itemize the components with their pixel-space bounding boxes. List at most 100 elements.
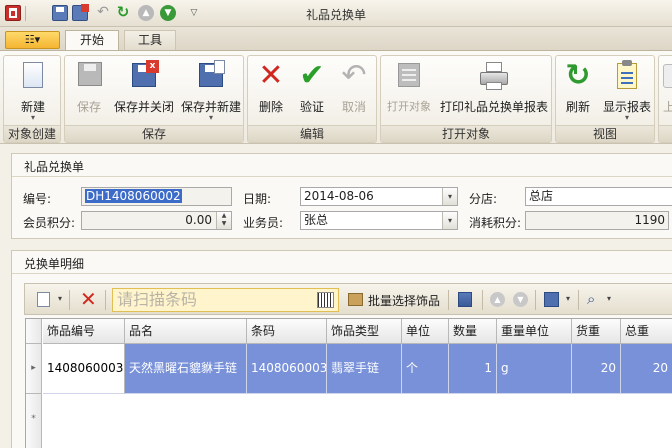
branch-field[interactable]: 总店 [525, 187, 672, 206]
save-new-button[interactable]: 保存并新建 ▾ [179, 60, 243, 122]
details-grid: 饰品编号 品名 条码 饰品类型 单位 数量 重量单位 货重 总重 ▸ 14080… [25, 318, 672, 448]
save-icon [74, 60, 104, 92]
toolbar-separator [448, 290, 449, 310]
chevron-down-icon[interactable]: ▾ [607, 294, 611, 303]
ribbon: 新建 ▾ 对象创建 保存 x 保存并关闭 保存并新建 ▾ 保存 ✕ 删除 ✔ 验… [0, 50, 672, 144]
delete-x-icon: ✕ [258, 58, 284, 93]
search-icon[interactable]: ⌕ [587, 290, 595, 308]
save-button[interactable]: 保存 [69, 60, 109, 122]
column-header-unit[interactable]: 单位 [402, 319, 449, 344]
panel-title-header: 礼品兑换单 [24, 160, 85, 174]
chevron-down-icon: ▾ [624, 113, 629, 122]
group-label-more [659, 125, 672, 142]
date-dropdown-icon[interactable]: ▾ [442, 188, 457, 205]
new-row-marker[interactable]: * [26, 394, 42, 448]
ribbon-group-save: 保存 x 保存并关闭 保存并新建 ▾ 保存 [64, 55, 244, 143]
open-object-button[interactable]: 打开对象 [383, 60, 435, 122]
date-value: 2014-08-06 [304, 189, 374, 203]
show-report-button[interactable]: 显示报表 ▾ [600, 60, 654, 122]
column-header-type[interactable]: 饰品类型 [327, 319, 402, 344]
column-header-name[interactable]: 品名 [125, 319, 247, 344]
column-header-qty[interactable]: 数量 [449, 319, 497, 344]
header-form-panel: 礼品兑换单 编号: DH1408060002 日期: 2014-08-06 ▾ 分… [11, 153, 672, 239]
save-close-button[interactable]: x 保存并关闭 [111, 60, 177, 122]
cell-qty[interactable]: 1 [449, 344, 497, 394]
column-header-code[interactable]: 饰品编号 [43, 319, 125, 344]
cell-weight-unit[interactable]: g [497, 344, 572, 394]
date-label: 日期: [243, 192, 272, 206]
ribbon-group-view: ↻ 刷新 显示报表 ▾ 视图 [555, 55, 655, 143]
report-icon [612, 60, 642, 92]
cell-weight[interactable]: 20 [572, 344, 621, 394]
panel-divider [12, 176, 672, 177]
refresh-button[interactable]: ↻ 刷新 [558, 60, 598, 122]
verify-button[interactable]: ✔ 验证 [292, 60, 332, 122]
details-toolbar: ▾ ✕ 请扫描条码 批量选择饰品 ▲ ▼ ▾ ⌕ ▾ [24, 283, 672, 315]
column-header-weight-unit[interactable]: 重量单位 [497, 319, 572, 344]
group-label-save: 保存 [65, 125, 243, 142]
group-label-view: 视图 [556, 125, 654, 142]
move-up-icon[interactable]: ▲ [490, 292, 505, 307]
points-used-value: 1190 [634, 213, 665, 227]
chevron-down-icon: ▾ [30, 113, 35, 122]
delete-button[interactable]: ✕ 删除 [251, 60, 291, 122]
scan-placeholder: 请扫描条码 [117, 290, 198, 309]
checkmark-icon: ✔ [299, 58, 325, 93]
printer-icon [479, 60, 509, 92]
grid-settings-icon[interactable] [458, 292, 472, 307]
member-points-field[interactable]: 0.00 ▲ ▼ [81, 211, 232, 230]
tab-start[interactable]: 开始 [65, 30, 119, 51]
toolbar-separator [535, 290, 536, 310]
new-button[interactable]: 新建 ▾ [7, 60, 59, 122]
tab-tools[interactable]: 工具 [124, 30, 176, 51]
salesperson-dropdown-icon[interactable]: ▾ [442, 212, 457, 229]
open-object-icon [394, 60, 424, 92]
cell-barcode[interactable]: 1408060003 [247, 344, 327, 394]
ribbon-group-more: 上 [658, 55, 672, 143]
panel-title-details: 兑换单明细 [24, 257, 85, 271]
salesperson-label: 业务员: [243, 216, 284, 230]
salesperson-value: 张总 [304, 213, 329, 227]
save-new-icon [196, 60, 226, 92]
up-button[interactable]: 上 [660, 60, 672, 122]
toolbar-separator [105, 290, 106, 310]
menu-icon: ☷▾ [24, 33, 41, 46]
delete-row-icon[interactable]: ✕ [80, 287, 97, 311]
up-icon [661, 60, 672, 92]
application-menu-button[interactable]: ☷▾ [5, 31, 60, 49]
cell-code[interactable]: 1408060003 [43, 344, 125, 394]
undo-icon: ↶ [341, 58, 367, 93]
cell-type[interactable]: 翡翠手链 [327, 344, 402, 394]
chevron-down-icon[interactable]: ▾ [566, 294, 570, 303]
cell-name[interactable]: 天然黑曜石貔貅手链 [125, 344, 247, 394]
cell-unit[interactable]: 个 [402, 344, 449, 394]
column-header-weight[interactable]: 货重 [572, 319, 621, 344]
new-row-icon[interactable] [37, 292, 50, 307]
print-report-button[interactable]: 打印礼品兑换单报表 [437, 60, 551, 122]
group-label-open: 打开对象 [381, 125, 551, 142]
barcode-scan-input[interactable]: 请扫描条码 [112, 288, 339, 312]
grid-save-icon[interactable] [544, 292, 559, 307]
new-row[interactable] [43, 394, 672, 448]
batch-select-button[interactable]: 批量选择饰品 [368, 292, 440, 309]
salesperson-field[interactable]: 张总 ▾ [300, 211, 458, 230]
barcode-icon[interactable] [317, 292, 334, 308]
ribbon-group-create: 新建 ▾ 对象创建 [3, 55, 61, 143]
spin-icon[interactable]: ▲ ▼ [216, 212, 231, 229]
ribbon-group-open: 打开对象 打印礼品兑换单报表 打开对象 [380, 55, 552, 143]
branch-value: 总店 [529, 189, 554, 203]
member-points-value: 0.00 [185, 213, 212, 227]
column-header-total-weight[interactable]: 总重 [621, 319, 672, 344]
row-indicator-icon[interactable]: ▸ [26, 344, 42, 394]
move-down-icon[interactable]: ▼ [513, 292, 528, 307]
column-header-barcode[interactable]: 条码 [247, 319, 327, 344]
chevron-down-icon: ▾ [208, 113, 213, 122]
branch-label: 分店: [469, 192, 498, 206]
code-value: DH1408060002 [85, 189, 182, 203]
date-field[interactable]: 2014-08-06 ▾ [300, 187, 458, 206]
points-used-field[interactable]: 1190 [525, 211, 669, 230]
cancel-button[interactable]: ↶ 取消 [334, 60, 374, 122]
cell-total-weight[interactable]: 20 [621, 344, 672, 394]
code-field[interactable]: DH1408060002 [81, 187, 232, 206]
chevron-down-icon[interactable]: ▾ [58, 294, 62, 303]
